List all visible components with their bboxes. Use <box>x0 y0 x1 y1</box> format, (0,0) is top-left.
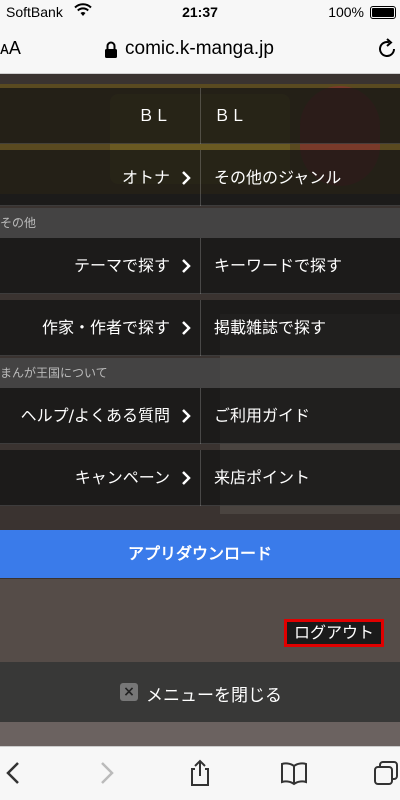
menu-item-otona[interactable]: オトナ <box>0 150 200 206</box>
menu-item-bl-left[interactable]: ＢＬ <box>0 88 200 144</box>
tabs-icon[interactable] <box>372 759 400 787</box>
chevron-right-icon <box>182 259 191 273</box>
menu-item-label: キャンペーン <box>74 468 170 487</box>
text-size-button[interactable]: ᴀA <box>0 38 21 59</box>
menu-item-bl[interactable]: ＢＬ <box>202 88 400 144</box>
menu-row: テーマで探す キーワードで探す <box>0 238 400 294</box>
menu-divider <box>200 450 201 506</box>
url-field[interactable]: comic.k-manga.jp <box>125 38 274 60</box>
reload-icon[interactable] <box>376 38 398 60</box>
battery-icon <box>370 6 396 19</box>
browser-toolbar <box>0 746 400 800</box>
status-bar: SoftBank 21:37 100% <box>0 0 400 26</box>
menu-row: 作家・作者で探す 掲載雑誌で探す <box>0 300 400 356</box>
menu-row: オトナ その他のジャンル <box>0 150 400 206</box>
menu-item-label: ＢＬ <box>137 106 170 125</box>
menu-item-magazine-search[interactable]: 掲載雑誌で探す <box>202 300 400 356</box>
back-icon[interactable] <box>0 759 28 787</box>
lock-icon <box>105 41 117 58</box>
menu-item-campaign[interactable]: キャンペーン <box>0 450 200 506</box>
menu-item-label: ヘルプ/よくある質問 <box>20 406 170 425</box>
menu-item-other-genres[interactable]: その他のジャンル <box>202 150 400 206</box>
close-menu-label: メニューを閉じる <box>146 686 282 706</box>
address-bar: ᴀA comic.k-manga.jp <box>0 26 400 74</box>
menu-item-usage-guide[interactable]: ご利用ガイド <box>202 388 400 444</box>
logout-button[interactable]: ログアウト <box>284 619 384 647</box>
menu-item-author-search[interactable]: 作家・作者で探す <box>0 300 200 356</box>
menu-item-theme-search[interactable]: テーマで探す <box>0 238 200 294</box>
menu-divider <box>200 300 201 356</box>
close-menu-button[interactable]: × メニューを閉じる <box>0 662 400 724</box>
section-header-other: その他 <box>0 208 400 238</box>
chevron-right-icon <box>182 171 191 185</box>
menu-item-keyword-search[interactable]: キーワードで探す <box>202 238 400 294</box>
background-thumbnails <box>0 722 400 746</box>
chevron-right-icon <box>182 409 191 423</box>
menu-item-help-faq[interactable]: ヘルプ/よくある質問 <box>0 388 200 444</box>
chevron-right-icon <box>182 471 191 485</box>
menu-row: キャンペーン 来店ポイント <box>0 450 400 506</box>
share-icon[interactable] <box>186 759 214 787</box>
battery-percent: 100% <box>328 4 364 20</box>
menu-item-label: 作家・作者で探す <box>41 318 170 337</box>
section-header-about: まんが王国について <box>0 358 400 388</box>
slide-menu: ＢＬ ＢＬ オトナ その他のジャンル その他 テーマで探す キーワードで探す 作… <box>0 74 400 724</box>
menu-item-label: オトナ <box>121 168 170 187</box>
forward-icon[interactable] <box>92 759 120 787</box>
menu-divider <box>200 88 201 144</box>
menu-divider <box>200 150 201 206</box>
menu-item-visit-points[interactable]: 来店ポイント <box>202 450 400 506</box>
close-icon: × <box>120 683 138 701</box>
bookmarks-icon[interactable] <box>280 759 308 787</box>
menu-divider <box>200 388 201 444</box>
menu-row: ヘルプ/よくある質問 ご利用ガイド <box>0 388 400 444</box>
app-download-button[interactable]: アプリダウンロード <box>0 530 400 578</box>
menu-divider <box>200 238 201 294</box>
menu-item-label: テーマで探す <box>73 256 170 275</box>
menu-row: ＢＬ ＢＬ <box>0 88 400 144</box>
chevron-right-icon <box>182 321 191 335</box>
